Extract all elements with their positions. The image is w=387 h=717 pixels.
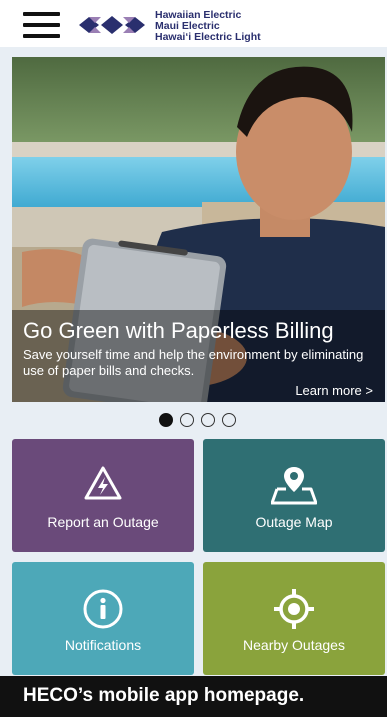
notifications-tile[interactable]: Notifications bbox=[12, 562, 194, 675]
tile-label: Nearby Outages bbox=[243, 637, 345, 653]
brand-line-3: Hawai‘i Electric Light bbox=[155, 31, 261, 43]
carousel-dot-1[interactable] bbox=[159, 413, 173, 427]
hamburger-menu-icon[interactable] bbox=[23, 12, 60, 39]
caption-bar: HECO’s mobile app homepage. bbox=[0, 676, 387, 717]
caption-text: HECO’s mobile app homepage. bbox=[23, 685, 305, 706]
hero-banner[interactable]: Go Green with Paperless Billing Save you… bbox=[12, 57, 385, 402]
lightning-warning-icon bbox=[84, 466, 122, 500]
carousel-dot-3[interactable] bbox=[201, 413, 215, 427]
info-icon bbox=[83, 589, 123, 629]
hero-title: Go Green with Paperless Billing bbox=[23, 318, 334, 343]
tile-label: Outage Map bbox=[255, 514, 333, 530]
nearby-outages-tile[interactable]: Nearby Outages bbox=[203, 562, 385, 675]
heco-diamond-logo-icon bbox=[77, 12, 147, 38]
target-location-icon bbox=[274, 589, 314, 629]
app-header: Hawaiian Electric Maui Electric Hawai‘i … bbox=[0, 0, 387, 47]
tile-label: Report an Outage bbox=[47, 514, 159, 530]
carousel-dot-2[interactable] bbox=[180, 413, 194, 427]
outage-map-tile[interactable]: Outage Map bbox=[203, 439, 385, 552]
brand-names: Hawaiian Electric Maui Electric Hawai‘i … bbox=[155, 10, 261, 43]
report-outage-tile[interactable]: Report an Outage bbox=[12, 439, 194, 552]
learn-more-link[interactable]: Learn more > bbox=[295, 383, 373, 398]
carousel-dot-4[interactable] bbox=[222, 413, 236, 427]
map-pin-icon bbox=[271, 467, 317, 505]
tile-label: Notifications bbox=[64, 637, 142, 653]
hero-description: Save yourself time and help the environm… bbox=[23, 347, 364, 378]
